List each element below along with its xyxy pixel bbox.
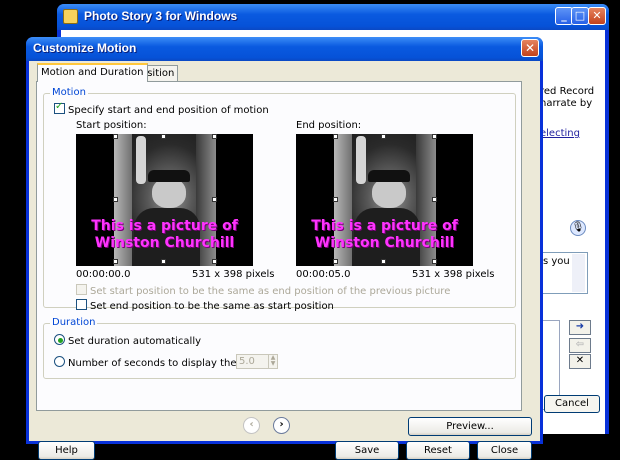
start-resize-handle[interactable] [212,134,217,139]
stepper-arrows-icon: ▲ ▼ [268,355,277,368]
same-end-checkbox[interactable]: Set end position to be the same as start… [76,299,334,312]
same-end-check-icon[interactable] [76,299,87,310]
side-text-line-2: narrate by [540,98,593,109]
dialog-body: Motion and Duration Transition Motion Sp… [29,61,540,460]
motion-group: Motion Specify start and end position of… [43,87,516,312]
start-size-label: 531 x 398 pixels [192,269,275,280]
narration-scrollbar[interactable] [572,254,585,292]
end-resize-handle[interactable] [381,134,386,139]
start-caption-line-2: Winston Churchill [94,235,235,251]
end-position-label: End position: [296,120,362,131]
tab-motion-and-duration[interactable]: Motion and Duration [37,63,148,82]
start-position-preview[interactable]: This is a picture of Winston Churchill [76,134,253,266]
duration-auto-label: Set duration automatically [68,336,202,347]
maximize-button[interactable]: □ [571,7,589,25]
duration-group: Duration Set duration automatically Numb… [43,317,516,379]
background-cancel-button[interactable]: Cancel [544,395,600,413]
end-resize-handle[interactable] [432,134,437,139]
photo-story-title-bar[interactable]: Photo Story 3 for Windows _ □ ✕ [57,4,609,30]
start-resize-handle[interactable] [161,259,166,264]
end-resize-handle[interactable] [333,259,338,264]
customize-motion-dialog: Customize Motion ✕ Motion and Duration T… [26,37,543,460]
move-forward-button[interactable]: ➜ [569,320,591,335]
dialog-title: Customize Motion [33,41,137,55]
motion-tab-panel: Motion Specify start and end position of… [36,81,522,411]
start-position-label: Start position: [76,120,147,131]
same-start-check-icon [76,284,87,295]
same-start-label: Set start position to be the same as end… [90,286,451,297]
end-caption-line-2: Winston Churchill [314,235,455,251]
previous-picture-button[interactable]: ‹ [243,417,260,434]
start-caption-line-1: This is a picture of [91,218,238,234]
motion-group-legend: Motion [50,87,88,98]
specify-motion-label: Specify start and end position of motion [68,105,269,116]
start-resize-handle[interactable] [212,197,217,202]
photo-story-title: Photo Story 3 for Windows [84,9,238,23]
end-time-label: 00:00:05.0 [296,269,351,280]
start-resize-handle[interactable] [212,259,217,264]
duration-auto-radio-icon[interactable] [54,334,65,345]
end-resize-handle[interactable] [333,134,338,139]
start-resize-handle[interactable] [113,134,118,139]
specify-motion-checkbox[interactable]: Specify start and end position of motion [54,101,269,116]
start-time-label: 00:00:00.0 [76,269,131,280]
duration-group-legend: Duration [50,317,98,328]
end-resize-handle[interactable] [333,197,338,202]
duration-seconds-radio-icon[interactable] [54,356,65,367]
specify-motion-check-icon[interactable] [54,101,65,114]
duration-auto-radio[interactable]: Set duration automatically [54,334,201,347]
start-resize-handle[interactable] [113,259,118,264]
same-start-checkbox: Set start position to be the same as end… [76,284,450,297]
end-position-preview[interactable]: This is a picture of Winston Churchill [296,134,473,266]
end-size-label: 531 x 398 pixels [412,269,495,280]
side-text-line-1: red Record [540,86,595,97]
window-close-button[interactable]: ✕ [588,7,606,25]
side-help-link[interactable]: electing [540,128,580,139]
dialog-close-button[interactable]: ✕ [521,39,539,57]
dialog-title-bar[interactable]: Customize Motion ✕ [26,37,543,61]
end-resize-handle[interactable] [381,259,386,264]
seconds-value: 5.0 [239,356,255,367]
end-resize-handle[interactable] [432,259,437,264]
end-caption-line-1: This is a picture of [311,218,458,234]
delete-button[interactable]: ✕ [569,354,591,369]
narration-text: s you [543,256,570,267]
seconds-stepper: 5.0 ▲ ▼ [236,354,278,369]
start-resize-handle[interactable] [161,134,166,139]
move-back-button[interactable]: ⇦ [569,338,591,353]
next-picture-button[interactable]: › [273,417,290,434]
photo-story-app-icon [63,9,78,24]
preview-button[interactable]: Preview... [408,417,532,436]
same-end-label: Set end position to be the same as start… [90,301,334,312]
start-resize-handle[interactable] [113,197,118,202]
microphone-icon[interactable]: 🎙 [570,220,586,236]
end-resize-handle[interactable] [432,197,437,202]
narration-textbox[interactable]: s you [540,252,588,294]
